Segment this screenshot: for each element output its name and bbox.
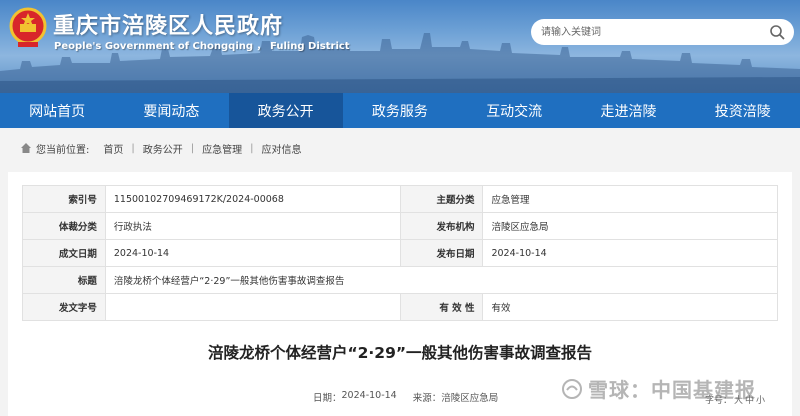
article-title: 涪陵龙桥个体经营户“2·29”一般其他伤害事故调查报告 [207, 344, 593, 362]
topic-value: 应急管理 [482, 185, 778, 213]
watermark-text: 雪球：中国基建报 [588, 378, 756, 402]
nav-item-home[interactable]: 网站首页 [0, 93, 114, 128]
created-date-value: 2024-10-14 [104, 239, 401, 267]
genre-label: 体裁分类 [22, 212, 106, 240]
article-info: 日期： 2024-10-14 来源： 涪陵区应急局 [313, 390, 498, 404]
table-row: 发文字号 有 效 性 有效 [22, 293, 778, 321]
title-value: 涪陵龙桥个体经营户“2·29”一般其他伤害事故调查报告 [104, 266, 779, 294]
search-icon[interactable] [769, 24, 785, 40]
breadcrumb-location-label: 您当前位置: [36, 144, 90, 156]
genre-value: 行政执法 [104, 212, 401, 240]
index-label: 索引号 [22, 185, 106, 213]
table-row: 体裁分类 行政执法 发布机构 涪陵区应急局 [22, 212, 778, 240]
main-nav: 网站首页 要闻动态 政务公开 政务服务 互动交流 走进涪陵 投资涪陵 [0, 93, 800, 128]
site-header: 重庆市涪陵区人民政府 People's Government of Chongq… [0, 0, 800, 93]
breadcrumb-emergency-management[interactable]: 应急管理 [202, 141, 242, 156]
nav-item-about-fuling[interactable]: 走进涪陵 [571, 93, 685, 128]
nav-item-government-affairs[interactable]: 政务公开 [228, 93, 343, 128]
issuer-value: 涪陵区应急局 [482, 212, 778, 240]
table-row: 索引号 11500102709469172K/2024-00068 主题分类 应… [22, 185, 778, 213]
font-size-small[interactable]: 小 [756, 393, 765, 406]
site-subtitle: People's Government of Chongqing ， Fulin… [54, 41, 350, 52]
published-date-label: 发布日期 [399, 239, 484, 267]
table-row: 标题 涪陵龙桥个体经营户“2·29”一般其他伤害事故调查报告 [22, 266, 779, 294]
breadcrumb-separator: | [190, 142, 195, 154]
source-value: 涪陵区应急局 [441, 393, 499, 404]
date-value: 2024-10-14 [341, 390, 397, 401]
validity-label: 有 效 性 [399, 293, 484, 321]
breadcrumb-home[interactable]: 首页 [103, 141, 123, 156]
search-box [531, 19, 794, 45]
site-title: 重庆市涪陵区人民政府 [53, 14, 284, 39]
created-date-label: 成文日期 [22, 239, 106, 267]
validity-value: 有效 [482, 293, 778, 321]
doc-number-label: 发文字号 [22, 293, 106, 321]
topic-label: 主题分类 [399, 185, 484, 213]
published-date-value: 2024-10-14 [482, 239, 778, 267]
nav-item-interaction[interactable]: 互动交流 [457, 93, 571, 128]
breadcrumb-response-info[interactable]: 应对信息 [262, 141, 302, 156]
issuer-label: 发布机构 [399, 212, 484, 240]
breadcrumb: 您当前位置: 首页 | 政务公开 | 应急管理 | 应对信息 [0, 128, 800, 168]
home-icon [21, 143, 31, 153]
index-value: 11500102709469172K/2024-00068 [104, 185, 401, 213]
source-label: 来源： [412, 393, 442, 404]
title-label: 标题 [22, 266, 106, 294]
nav-item-invest-fuling[interactable]: 投资涪陵 [686, 93, 800, 128]
national-emblem-icon [9, 7, 47, 47]
search-input[interactable] [541, 22, 761, 42]
date-label: 日期： [313, 393, 342, 404]
table-row: 成文日期 2024-10-14 发布日期 2024-10-14 [22, 239, 778, 267]
nav-item-news[interactable]: 要闻动态 [114, 93, 228, 128]
breadcrumb-separator: | [250, 142, 254, 154]
breadcrumb-separator: | [131, 142, 135, 154]
nav-item-services[interactable]: 政务服务 [343, 93, 457, 128]
doc-number-value [104, 293, 401, 321]
document-meta-table: 索引号 11500102709469172K/2024-00068 主题分类 应… [22, 185, 779, 321]
breadcrumb-government-affairs[interactable]: 政务公开 [143, 141, 183, 156]
snowball-logo-icon [562, 379, 582, 399]
